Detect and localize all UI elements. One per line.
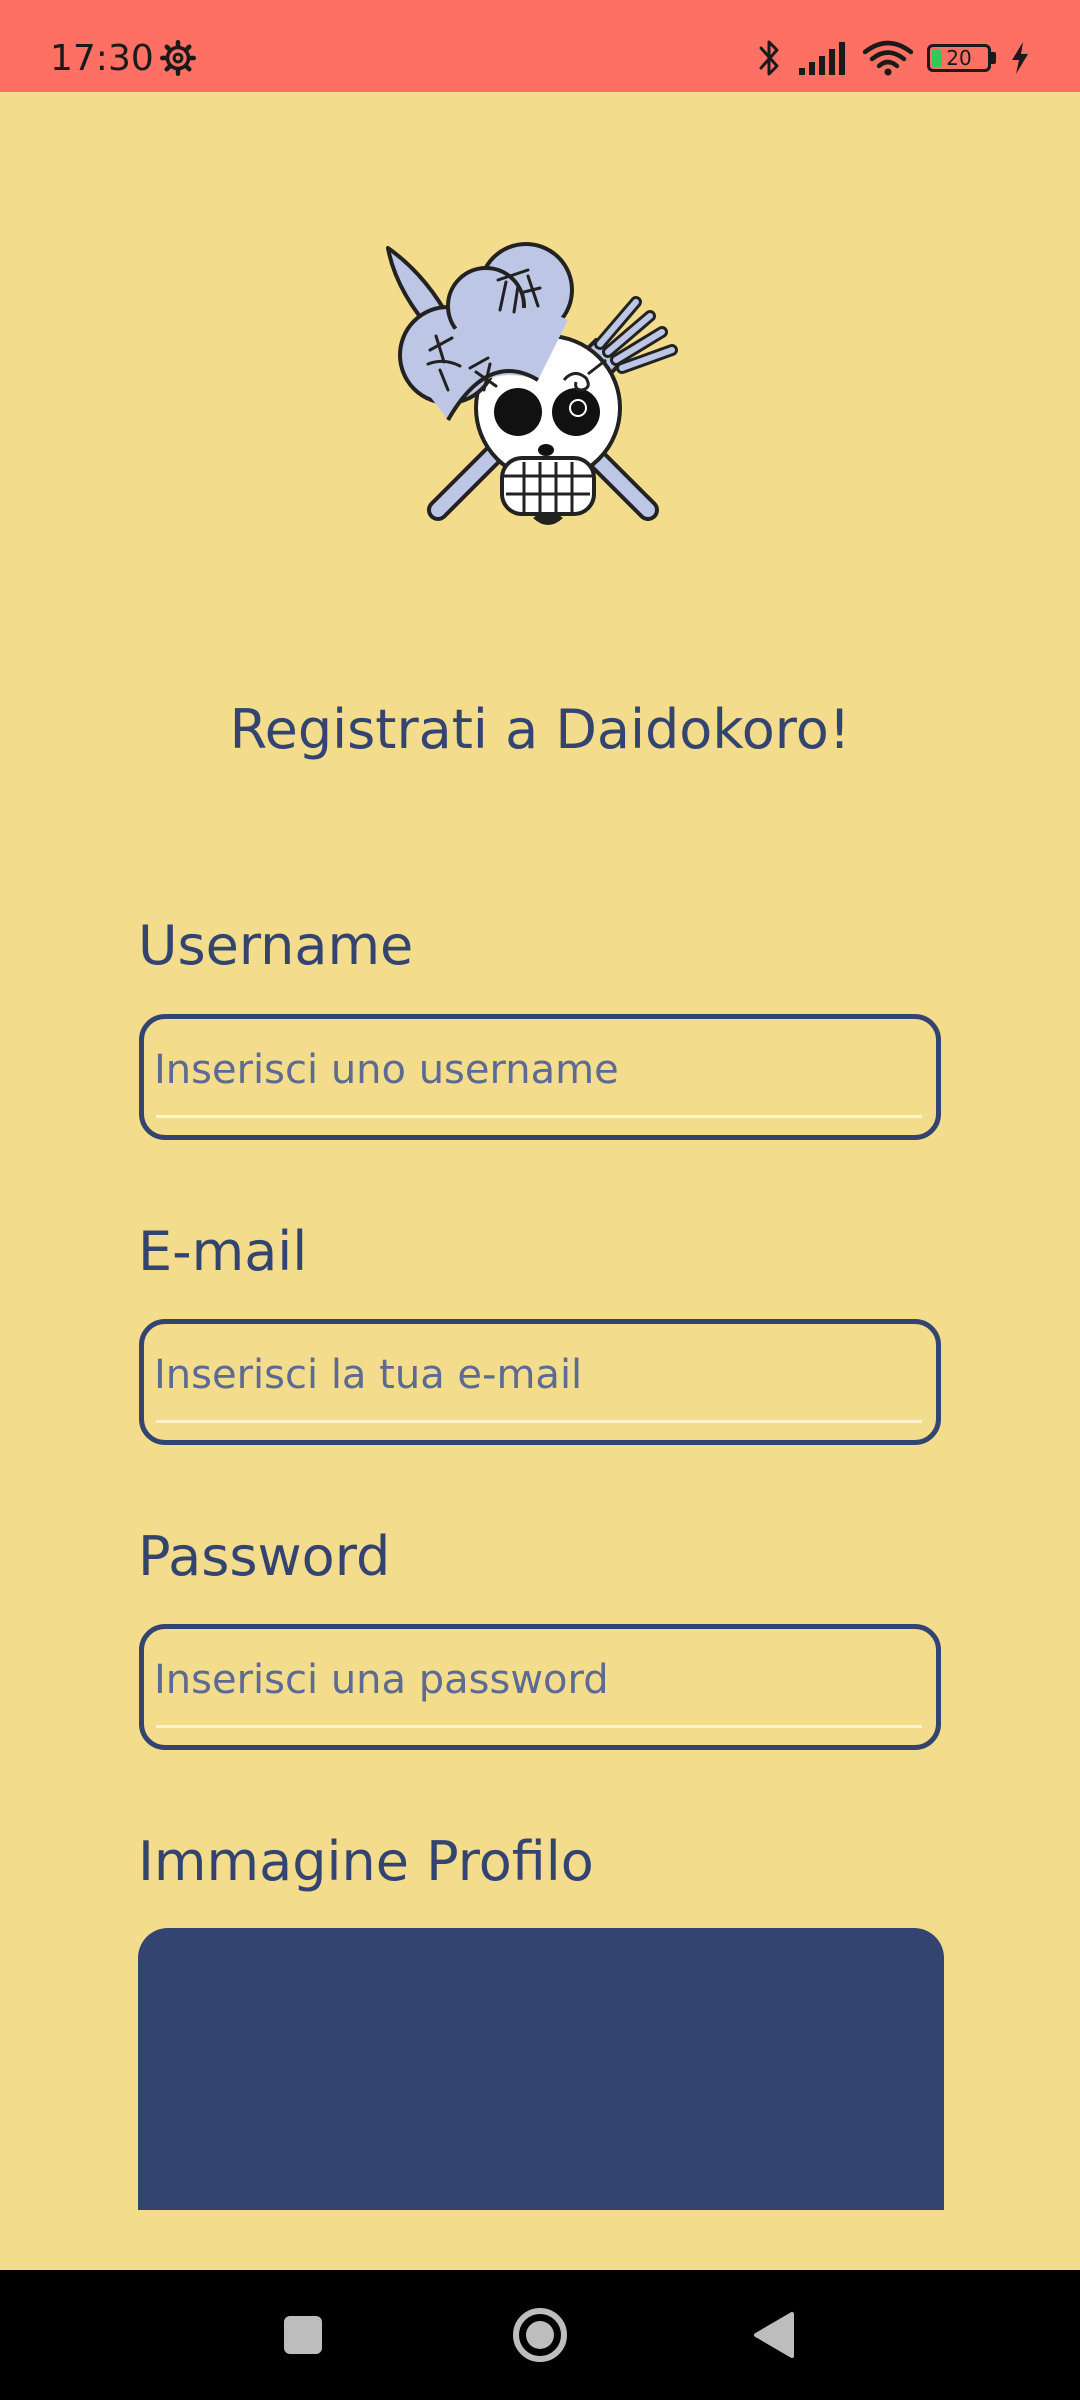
- username-underline: [156, 1115, 922, 1118]
- gear-icon: [160, 40, 196, 76]
- navigation-bar: [0, 2270, 1080, 2400]
- skull-chef-logo: [386, 242, 678, 525]
- profile-image-picker[interactable]: [138, 1928, 944, 2210]
- email-input[interactable]: [154, 1338, 926, 1412]
- password-underline: [156, 1725, 922, 1728]
- username-field[interactable]: [139, 1014, 941, 1140]
- profile-image-label: Immagine Profilo: [138, 1830, 594, 1893]
- password-field[interactable]: [139, 1624, 941, 1750]
- status-bar: 17:30 20: [0, 0, 1080, 92]
- password-label: Password: [138, 1525, 391, 1588]
- charging-icon: [1012, 42, 1028, 74]
- password-input[interactable]: [154, 1643, 926, 1717]
- status-icons: 20: [757, 36, 1030, 80]
- username-input[interactable]: [154, 1033, 926, 1107]
- wifi-icon: [863, 40, 913, 76]
- email-field[interactable]: [139, 1319, 941, 1445]
- recents-icon[interactable]: [268, 2300, 338, 2370]
- battery-level: 20: [946, 46, 972, 70]
- back-icon[interactable]: [740, 2300, 810, 2370]
- username-label: Username: [138, 914, 414, 977]
- status-time: 17:30: [50, 38, 154, 79]
- email-label: E-mail: [138, 1220, 308, 1283]
- page-title: Registrati a Daidokoro!: [229, 698, 851, 761]
- registration-screen: 17:30 20 Registrati a Daidokoro! Usernam…: [0, 0, 1080, 2400]
- bluetooth-icon: [759, 40, 779, 76]
- home-icon[interactable]: [505, 2300, 575, 2370]
- battery-icon: 20: [927, 44, 996, 72]
- email-underline: [156, 1420, 922, 1423]
- signal-icon: [799, 42, 845, 75]
